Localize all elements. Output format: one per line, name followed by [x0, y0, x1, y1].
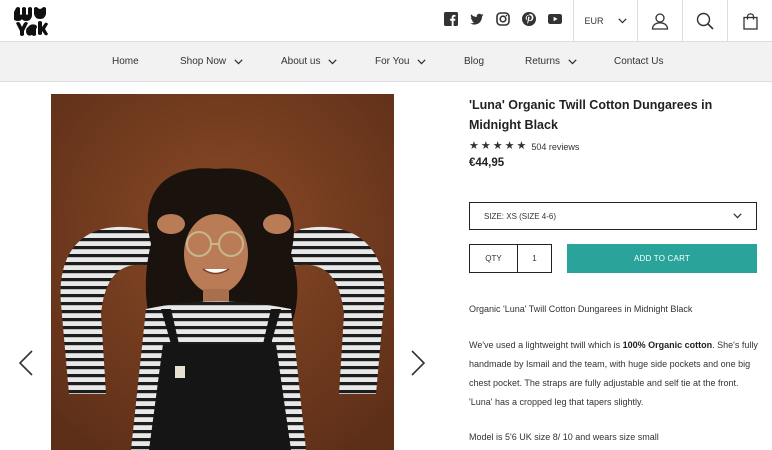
- model-size-note: Model is 5'6 UK size 8/ 10 and wears siz…: [469, 432, 659, 442]
- nav-item-home[interactable]: Home: [112, 56, 139, 67]
- quantity-field: QTY 1: [469, 244, 552, 273]
- chevron-right-icon[interactable]: [410, 350, 426, 376]
- nav-item-label: Home: [112, 56, 139, 67]
- star-icon: ★: [516, 140, 527, 152]
- review-count: 504 reviews: [531, 141, 580, 152]
- size-select[interactable]: SIZE: XS (SIZE 4-6): [469, 202, 757, 230]
- star-icon: ★: [469, 140, 479, 152]
- quantity-input[interactable]: 1: [518, 245, 551, 272]
- nav-item-label: For You: [375, 56, 410, 67]
- nav-item-about-us[interactable]: About us: [281, 56, 338, 67]
- user-icon: [651, 13, 669, 30]
- nav-item-for-you[interactable]: For You: [375, 56, 427, 67]
- add-to-cart-button[interactable]: ADD TO CART: [567, 244, 757, 273]
- currency-label: EUR: [584, 16, 604, 26]
- brand-logo[interactable]: [14, 5, 48, 37]
- nav-item-label: Contact Us: [614, 56, 664, 67]
- chevron-down-icon: [733, 213, 742, 219]
- instagram-icon[interactable]: [496, 12, 510, 26]
- cart-button[interactable]: [727, 0, 772, 42]
- pinterest-icon[interactable]: [522, 12, 536, 26]
- nav-item-returns[interactable]: Returns: [525, 56, 577, 67]
- nav-item-label: Blog: [464, 56, 485, 67]
- search-icon: [696, 12, 714, 30]
- product-rating[interactable]: ★ ★ ★ ★ ★ 504 reviews: [469, 141, 579, 152]
- nav-item-label: Shop Now: [180, 56, 227, 67]
- chevron-down-icon: [328, 58, 338, 64]
- search-button[interactable]: [682, 0, 727, 42]
- description-bold: 100% Organic cotton: [622, 340, 713, 350]
- nav-item-contact-us[interactable]: Contact Us: [614, 56, 663, 67]
- shopping-bag-icon: [742, 12, 758, 30]
- nav-item-shop-now[interactable]: Shop Now: [180, 56, 243, 67]
- account-button[interactable]: [637, 0, 682, 42]
- description-text: . She's fully handmade by Ismail and the…: [469, 340, 758, 407]
- chevron-down-icon: [568, 58, 577, 64]
- nav-item-label: Returns: [525, 56, 561, 67]
- social-links: [444, 12, 562, 26]
- chevron-down-icon: [234, 58, 243, 64]
- chevron-down-icon: [617, 18, 627, 24]
- product-title: 'Luna' Organic Twill Cotton Dungarees in…: [469, 98, 713, 132]
- description-line: Organic 'Luna' Twill Cotton Dungarees in…: [469, 304, 693, 314]
- quantity-label: QTY: [470, 245, 518, 272]
- description-paragraph: We've used a lightweight twill which is …: [469, 336, 759, 412]
- facebook-icon[interactable]: [444, 12, 458, 26]
- model-photo: [51, 94, 394, 450]
- product-price: €44,95: [469, 157, 505, 169]
- site-header: EUR: [0, 0, 772, 42]
- nav-item-label: About us: [281, 56, 321, 67]
- twitter-icon[interactable]: [470, 12, 484, 26]
- product-image[interactable]: [51, 94, 394, 450]
- currency-selector[interactable]: EUR: [573, 0, 637, 42]
- main-navigation: Home Shop Now About us For You Blog Retu…: [0, 42, 772, 82]
- nav-item-blog[interactable]: Blog: [464, 56, 484, 67]
- chevron-down-icon: [417, 58, 427, 64]
- youtube-icon[interactable]: [548, 12, 562, 26]
- star-icon: ★: [480, 140, 491, 152]
- star-icon: ★: [492, 140, 503, 152]
- star-icon: ★: [504, 140, 515, 152]
- chevron-left-icon[interactable]: [18, 350, 34, 376]
- size-select-label: SIZE: XS (SIZE 4-6): [484, 211, 557, 221]
- description-text: We've used a lightweight twill which is: [469, 340, 623, 350]
